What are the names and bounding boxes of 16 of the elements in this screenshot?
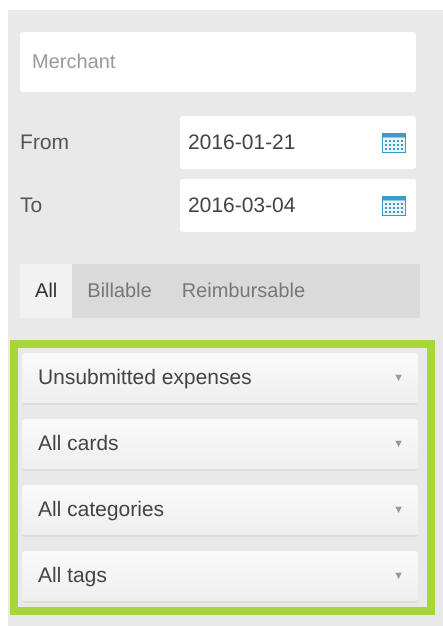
dropdown[interactable]: All categories ▼ xyxy=(22,485,418,537)
date-field[interactable]: 2016-03-04 xyxy=(180,179,416,232)
date-label: From xyxy=(20,130,70,156)
dropdown[interactable]: All cards ▼ xyxy=(22,419,418,471)
dropdown[interactable]: Unsubmitted expenses ▼ xyxy=(22,353,418,405)
caret-icon: ▼ xyxy=(393,436,404,452)
calendar-icon[interactable] xyxy=(382,132,406,152)
caret-icon: ▼ xyxy=(393,502,404,518)
merchant-field[interactable]: Merchant xyxy=(20,32,416,92)
dropdown[interactable]: All tags ▼ xyxy=(22,551,418,603)
calendar-icon[interactable] xyxy=(382,196,406,216)
caret-icon: ▼ xyxy=(393,370,404,386)
caret-icon: ▼ xyxy=(393,568,404,584)
filter-tab[interactable]: All xyxy=(20,264,72,318)
date-label: To xyxy=(20,192,44,219)
date-field[interactable]: 2016-01-21 xyxy=(180,116,416,169)
